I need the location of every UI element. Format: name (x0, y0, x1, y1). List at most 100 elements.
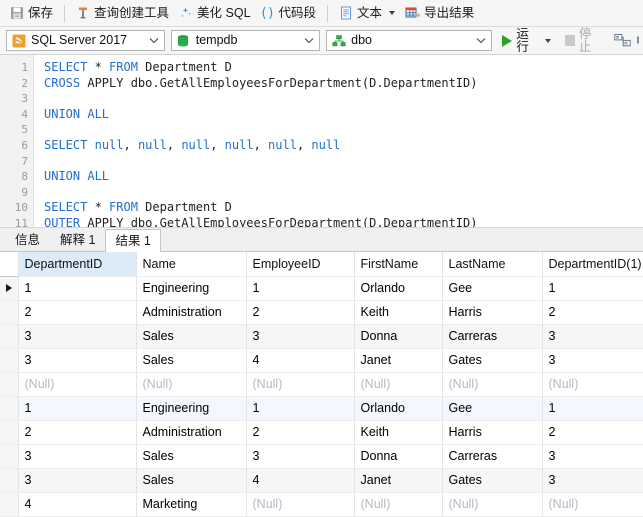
row-selector[interactable] (0, 468, 19, 493)
cell-firstname[interactable]: Keith (354, 300, 443, 325)
cell-lastname[interactable]: Carreras (442, 324, 543, 349)
cell-departmentid[interactable]: 3 (18, 468, 137, 493)
cell-firstname[interactable]: Janet (354, 468, 443, 493)
cell-departmentid1[interactable]: 3 (542, 348, 643, 373)
run-button[interactable]: 运行 (498, 28, 554, 53)
cell-departmentid1[interactable]: (Null) (542, 492, 643, 517)
database-select[interactable]: tempdb (170, 30, 321, 51)
cell-lastname[interactable]: Harris (442, 420, 543, 445)
column-header-lastname[interactable]: LastName (442, 252, 543, 277)
cell-employeeid[interactable]: (Null) (246, 372, 355, 397)
cell-name[interactable]: Sales (136, 348, 247, 373)
table-row[interactable]: 1 Engineering 1 Orlando Gee 1 (0, 396, 643, 421)
cell-name[interactable]: Administration (136, 300, 247, 325)
chevron-down-icon[interactable] (146, 37, 162, 44)
table-row[interactable]: 3 Sales 3 Donna Carreras 3 (0, 324, 643, 349)
table-row[interactable]: 2 Administration 2 Keith Harris 2 (0, 300, 643, 325)
row-selector[interactable] (0, 348, 19, 373)
cell-employeeid[interactable]: 2 (246, 300, 355, 325)
cell-firstname[interactable]: Orlando (354, 396, 443, 421)
sql-code-area[interactable]: SELECT * FROM Department D CROSS APPLY db… (34, 55, 643, 227)
cell-name[interactable]: Engineering (136, 276, 247, 301)
cell-employeeid[interactable]: 4 (246, 348, 355, 373)
cell-departmentid1[interactable]: 3 (542, 324, 643, 349)
cell-lastname[interactable]: Gee (442, 396, 543, 421)
cell-departmentid[interactable]: 3 (18, 348, 137, 373)
server-select[interactable]: SQL Server 2017 (6, 30, 165, 51)
tab-2[interactable]: 结果 1 (105, 229, 161, 252)
cell-departmentid1[interactable]: 1 (542, 396, 643, 421)
cell-employeeid[interactable]: 1 (246, 396, 355, 421)
beautify-sql-button[interactable]: 美化 SQL (174, 3, 256, 24)
cell-firstname[interactable]: Donna (354, 324, 443, 349)
cell-departmentid1[interactable]: (Null) (542, 372, 643, 397)
column-header-firstname[interactable]: FirstName (354, 252, 443, 277)
schema-select[interactable]: dbo (326, 30, 493, 51)
cell-firstname[interactable]: (Null) (354, 492, 443, 517)
chevron-down-icon[interactable] (301, 37, 317, 44)
table-row[interactable]: (Null) (Null) (Null) (Null) (Null) (Null) (0, 372, 643, 397)
cell-name[interactable]: Administration (136, 420, 247, 445)
cell-lastname[interactable]: Gee (442, 276, 543, 301)
row-selector[interactable] (0, 420, 19, 445)
tab-1[interactable]: 解释 1 (50, 229, 105, 251)
cell-employeeid[interactable]: 3 (246, 444, 355, 469)
row-selector[interactable] (0, 396, 19, 421)
results-grid-container[interactable]: DepartmentID Name EmployeeID FirstName LastN… (0, 252, 643, 517)
query-builder-button[interactable]: 查询创建工具 (71, 3, 174, 24)
cell-departmentid1[interactable]: 1 (542, 276, 643, 301)
row-selector[interactable] (0, 300, 19, 325)
sql-editor[interactable]: 1 2 3 4 5 6 7 8 9 10 11 SELECT * FROM Department D… (0, 55, 643, 228)
table-row[interactable]: 4 Marketing (Null) (Null) (Null) (Null) (0, 492, 643, 517)
chevron-down-icon[interactable] (473, 37, 489, 44)
cell-departmentid[interactable]: 3 (18, 324, 137, 349)
row-selector[interactable] (0, 324, 19, 349)
column-header-employeeid[interactable]: EmployeeID (246, 252, 355, 277)
row-selector[interactable] (0, 372, 19, 397)
row-selector[interactable] (0, 492, 19, 517)
row-selector[interactable] (0, 444, 19, 469)
cell-departmentid[interactable]: 2 (18, 420, 137, 445)
cell-name[interactable]: Sales (136, 444, 247, 469)
cell-departmentid[interactable]: 1 (18, 396, 137, 421)
cell-departmentid1[interactable]: 2 (542, 300, 643, 325)
transaction-mode-icon[interactable] (614, 33, 631, 48)
column-header-departmentid[interactable]: DepartmentID (18, 252, 137, 277)
text-output-button[interactable]: 文本 (334, 3, 400, 24)
chevron-down-icon[interactable] (544, 38, 551, 43)
cell-departmentid1[interactable]: 3 (542, 444, 643, 469)
cell-lastname[interactable]: (Null) (442, 492, 543, 517)
cell-lastname[interactable]: Gates (442, 468, 543, 493)
column-header-name[interactable]: Name (136, 252, 247, 277)
cell-name[interactable]: Sales (136, 468, 247, 493)
cell-lastname[interactable]: Harris (442, 300, 543, 325)
cell-departmentid1[interactable]: 2 (542, 420, 643, 445)
cell-departmentid[interactable]: (Null) (18, 372, 137, 397)
cell-firstname[interactable]: Orlando (354, 276, 443, 301)
table-row[interactable]: 1 Engineering 1 Orlando Gee 1 (0, 276, 643, 301)
save-button[interactable]: 保存 (5, 3, 58, 24)
cell-firstname[interactable]: (Null) (354, 372, 443, 397)
cell-lastname[interactable]: Carreras (442, 444, 543, 469)
cell-name[interactable]: Marketing (136, 492, 247, 517)
table-row[interactable]: 3 Sales 3 Donna Carreras 3 (0, 444, 643, 469)
code-snippet-button[interactable]: ( ) 代码段 (256, 3, 322, 24)
row-selector[interactable] (0, 276, 19, 301)
cell-name[interactable]: Sales (136, 324, 247, 349)
chevron-down-icon[interactable] (389, 11, 396, 15)
cell-employeeid[interactable]: (Null) (246, 492, 355, 517)
column-header-departmentid1[interactable]: DepartmentID(1) (542, 252, 643, 277)
tab-0[interactable]: 信息 (5, 229, 50, 251)
cell-name[interactable]: Engineering (136, 396, 247, 421)
cell-departmentid[interactable]: 2 (18, 300, 137, 325)
cell-firstname[interactable]: Janet (354, 348, 443, 373)
cell-departmentid[interactable]: 3 (18, 444, 137, 469)
cell-employeeid[interactable]: 4 (246, 468, 355, 493)
cell-firstname[interactable]: Donna (354, 444, 443, 469)
table-row[interactable]: 3 Sales 4 Janet Gates 3 (0, 468, 643, 493)
cell-departmentid[interactable]: 4 (18, 492, 137, 517)
cell-departmentid1[interactable]: 3 (542, 468, 643, 493)
cell-name[interactable]: (Null) (136, 372, 247, 397)
export-results-button[interactable]: 导出结果 (400, 3, 479, 24)
cell-lastname[interactable]: (Null) (442, 372, 543, 397)
